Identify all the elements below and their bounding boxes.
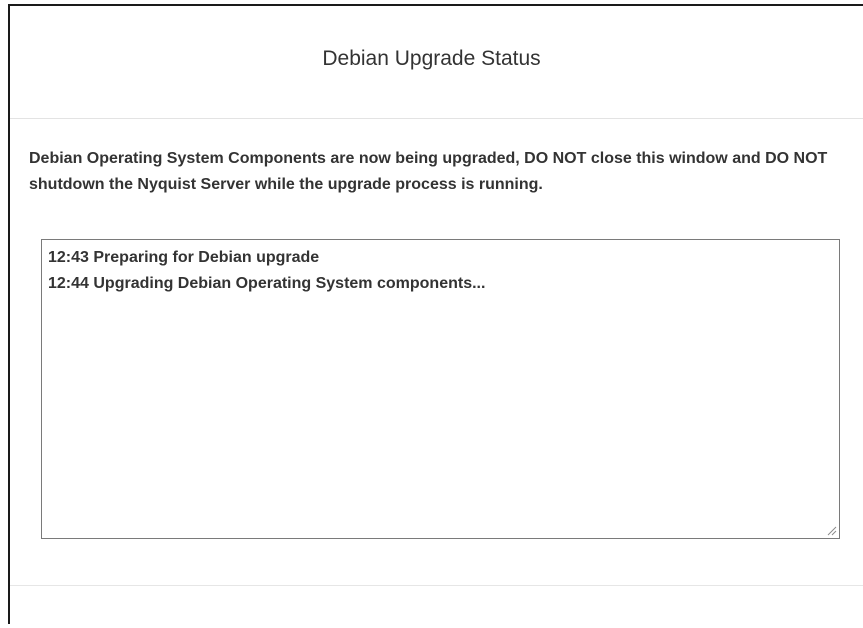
dialog-body: Debian Operating System Components are n… [10,119,863,585]
dialog-header: Debian Upgrade Status [10,6,863,119]
log-line: 12:44 Upgrading Debian Operating System … [48,275,486,292]
dialog-title: Debian Upgrade Status [322,47,541,70]
warning-message: Debian Operating System Components are n… [29,150,828,193]
upgrade-log-textarea[interactable]: 12:43 Preparing for Debian upgrade 12:44… [41,239,840,539]
log-line: 12:43 Preparing for Debian upgrade [48,249,320,266]
resize-grip-icon[interactable] [825,524,837,536]
upgrade-status-dialog: Debian Upgrade Status Debian Operating S… [8,4,863,624]
